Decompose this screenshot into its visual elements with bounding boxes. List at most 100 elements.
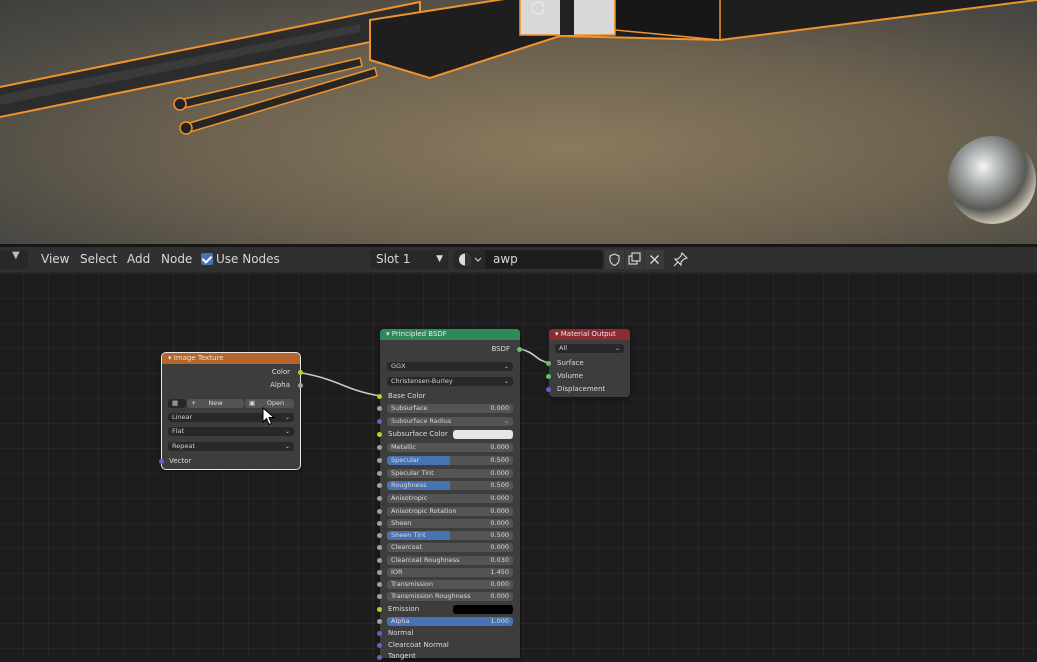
field-value: 0.500: [490, 531, 509, 539]
socket-surface-in[interactable]: [546, 361, 551, 366]
socket-anisotropic-rotation-in[interactable]: [377, 509, 382, 514]
field-metallic[interactable]: Metallic 0.000: [387, 443, 513, 452]
field-label: Anisotropic: [391, 494, 428, 502]
field-label: Transmission: [391, 580, 433, 588]
field-clearcoat[interactable]: Clearcoat 0.000: [387, 543, 513, 552]
field-subsurface[interactable]: Subsurface 0.000: [387, 404, 513, 413]
socket-clearcoat-normal-in[interactable]: [377, 643, 382, 648]
socket-normal-in[interactable]: [377, 631, 382, 636]
link-bsdf-to-surface: [519, 348, 550, 364]
extension-dropdown[interactable]: Repeat ⌄: [168, 442, 294, 451]
emission-color-swatch[interactable]: [453, 605, 513, 614]
subsurface-color-swatch[interactable]: [453, 430, 513, 439]
input-volume: Volume: [557, 372, 584, 380]
field-value: 0.000: [490, 443, 509, 451]
chevron-down-icon: ⌄: [284, 414, 290, 421]
socket-transmission-roughness-in[interactable]: [377, 594, 382, 599]
field-label: Clearcoat Roughness: [391, 556, 460, 564]
output-color: Color: [271, 368, 290, 376]
input-base-color: Base Color: [388, 392, 426, 400]
chevron-down-icon: ⌄: [284, 443, 290, 450]
input-displacement: Displacement: [557, 385, 606, 393]
field-specular[interactable]: Specular 0.500: [387, 456, 513, 465]
socket-sheen-in[interactable]: [377, 521, 382, 526]
chevron-down-icon: ⌄: [503, 418, 509, 425]
field-ior[interactable]: IOR 1.450: [387, 568, 513, 577]
target-dropdown[interactable]: All ⌄: [555, 344, 624, 353]
socket-specular-in[interactable]: [377, 458, 382, 463]
input-clearcoat-normal: Clearcoat Normal: [388, 641, 449, 649]
field-sheen[interactable]: Sheen 0.000: [387, 519, 513, 528]
distribution-dropdown[interactable]: GGX ⌄: [387, 362, 513, 371]
subsurface-method-dropdown[interactable]: Christensen-Burley ⌄: [387, 377, 513, 386]
socket-clearcoat-in[interactable]: [377, 545, 382, 550]
field-value: 0.030: [490, 556, 509, 564]
chevron-down-icon: ⌄: [284, 428, 290, 435]
field-value: 0.000: [490, 580, 509, 588]
field-specular-tint[interactable]: Specular Tint 0.000: [387, 469, 513, 478]
field-anisotropic[interactable]: Anisotropic 0.000: [387, 494, 513, 503]
field-alpha[interactable]: Alpha 1.000: [387, 617, 513, 626]
socket-emission-in[interactable]: [377, 607, 382, 612]
socket-alpha-in[interactable]: [377, 619, 382, 624]
socket-clearcoat-roughness-in[interactable]: [377, 558, 382, 563]
subsurface-radius-field[interactable]: Subsurface Radius ⌄: [387, 417, 513, 426]
input-tangent: Tangent: [388, 652, 416, 660]
principled-bsdf-node[interactable]: ▾ Principled BSDF BSDF GGX ⌄ Christensen-…: [377, 329, 522, 660]
chevron-down-icon: ⌄: [614, 345, 620, 352]
socket-specular-tint-in[interactable]: [377, 471, 382, 476]
socket-subsurface-in[interactable]: [377, 406, 382, 411]
field-value: 0.000: [490, 507, 509, 515]
input-vector: Vector: [169, 457, 192, 465]
socket-subsurface-radius-in[interactable]: [377, 419, 382, 424]
collapse-arrow-icon[interactable]: ▾: [386, 330, 390, 338]
output-bsdf: BSDF: [491, 345, 510, 353]
socket-bsdf-out[interactable]: [517, 347, 522, 352]
field-transmission-roughness[interactable]: Transmission Roughness 0.000: [387, 592, 513, 601]
projection-dropdown[interactable]: Flat ⌄: [168, 427, 294, 436]
collapse-arrow-icon[interactable]: ▾: [168, 354, 172, 362]
field-value: 0.000: [490, 519, 509, 527]
folder-icon: ▣: [249, 399, 256, 407]
field-anisotropic-rotation[interactable]: Anisotropic Rotation 0.000: [387, 507, 513, 516]
field-value: 0.500: [490, 456, 509, 464]
socket-ior-in[interactable]: [377, 570, 382, 575]
socket-subsurface-color-in[interactable]: [377, 432, 382, 437]
chevron-down-icon: ⌄: [503, 378, 509, 385]
new-image-button[interactable]: + New: [187, 399, 244, 408]
socket-base-color-in[interactable]: [377, 394, 382, 399]
socket-vector-in[interactable]: [159, 459, 164, 464]
socket-displacement-in[interactable]: [546, 387, 551, 392]
field-sheen-tint[interactable]: Sheen Tint 0.500: [387, 531, 513, 540]
field-label: Anisotropic Rotation: [391, 507, 457, 515]
collapse-arrow-icon[interactable]: ▾: [555, 330, 559, 338]
node-title: Image Texture: [173, 354, 224, 362]
socket-color-out[interactable]: [298, 370, 303, 375]
socket-alpha-out[interactable]: [298, 383, 303, 388]
field-value: 0.500: [490, 481, 509, 489]
principled-bsdf-header[interactable]: ▾ Principled BSDF: [380, 329, 520, 340]
field-value: 0.000: [490, 494, 509, 502]
image-texture-node[interactable]: ▾ Image Texture Color Alpha ▦ + New ▣ Op…: [159, 352, 303, 470]
socket-sheen-tint-in[interactable]: [377, 533, 382, 538]
field-clearcoat-roughness[interactable]: Clearcoat Roughness 0.030: [387, 556, 513, 565]
link-color-to-base-color: [301, 372, 381, 397]
field-label: Sheen Tint: [391, 531, 426, 539]
input-surface: Surface: [557, 359, 584, 367]
node-title: Material Output: [560, 330, 616, 338]
socket-volume-in[interactable]: [546, 374, 551, 379]
material-output-node[interactable]: ▾ Material Output All ⌄ Surface Volume Di…: [546, 329, 630, 397]
field-value: 0.000: [490, 469, 509, 477]
field-label: Transmission Roughness: [391, 592, 471, 600]
socket-transmission-in[interactable]: [377, 582, 382, 587]
field-transmission[interactable]: Transmission 0.000: [387, 580, 513, 589]
image-texture-header[interactable]: ▾ Image Texture: [162, 353, 300, 364]
image-browse-button[interactable]: ▦: [168, 399, 186, 408]
field-label: Sheen: [391, 519, 412, 527]
socket-metallic-in[interactable]: [377, 445, 382, 450]
material-output-header[interactable]: ▾ Material Output: [549, 329, 630, 340]
socket-anisotropic-in[interactable]: [377, 496, 382, 501]
chevron-down-icon: ⌄: [503, 363, 509, 370]
socket-roughness-in[interactable]: [377, 483, 382, 488]
field-roughness[interactable]: Roughness 0.500: [387, 481, 513, 490]
